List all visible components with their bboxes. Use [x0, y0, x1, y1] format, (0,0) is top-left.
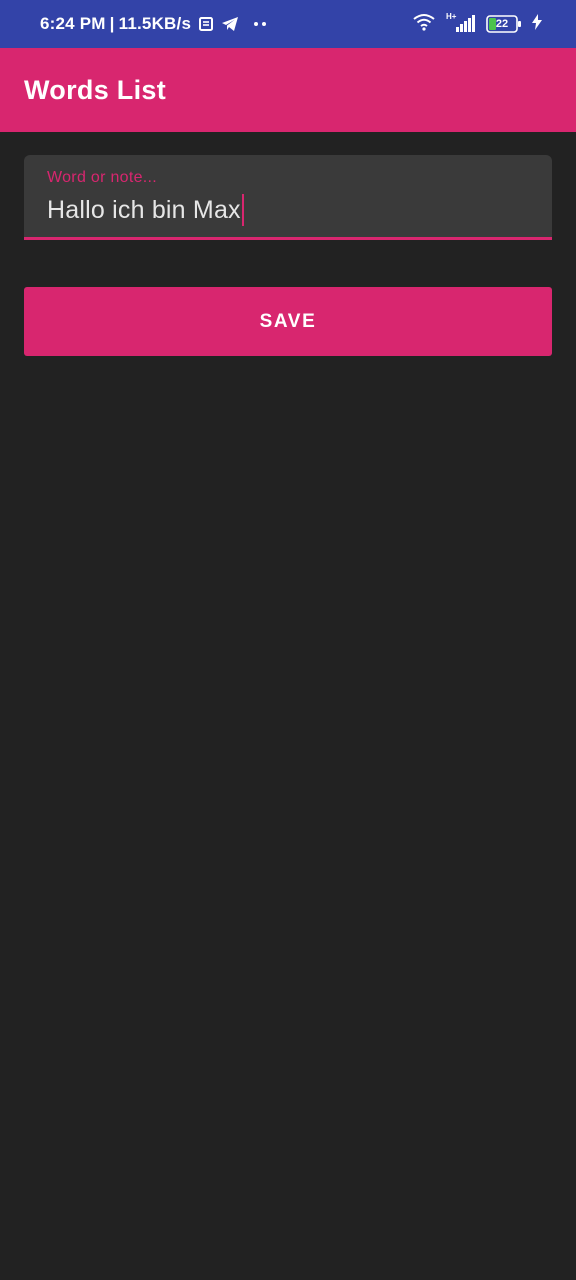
word-input-value[interactable]: Hallo ich bin Max [47, 196, 241, 225]
battery-level: 22 [495, 18, 509, 30]
text-cursor [241, 194, 244, 226]
more-dots-icon [253, 21, 267, 27]
word-input-label: Word or note... [47, 169, 158, 186]
word-input[interactable]: Hallo ich bin Max [47, 193, 244, 227]
app-bar: Words List [0, 48, 576, 132]
battery-icon: 22 [486, 15, 522, 33]
page-title: Words List [24, 75, 167, 105]
signal-icon: H+ [446, 12, 476, 34]
word-input-field[interactable]: Word or note... Hallo ich bin Max [24, 155, 552, 240]
message-icon [199, 17, 214, 31]
status-time: 6:24 PM [40, 14, 106, 33]
status-left: 6:24 PM | 11.5KB/s [40, 0, 267, 48]
status-bar: 6:24 PM | 11.5KB/s H+ 22 [0, 0, 576, 48]
network-speed: 11.5KB/s [118, 14, 192, 33]
telegram-icon [221, 16, 239, 32]
status-right: H+ 22 [412, 0, 542, 48]
wifi-icon [412, 13, 436, 36]
charging-icon [532, 13, 542, 35]
status-separator: | [109, 14, 115, 33]
save-button[interactable]: SAVE [24, 287, 552, 356]
